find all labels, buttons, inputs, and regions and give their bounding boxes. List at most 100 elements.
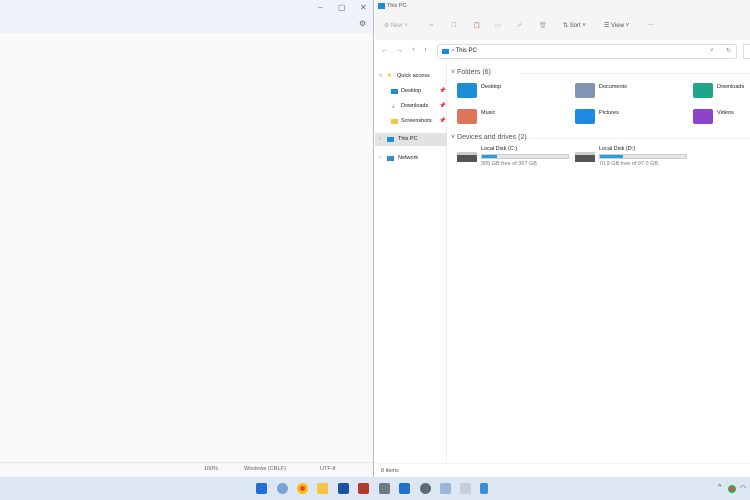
wifi-icon[interactable]: ◠ — [740, 484, 746, 492]
folders-header[interactable]: ˅ Folders (6) — [451, 69, 491, 76]
delete-icon[interactable]: 🗑 — [539, 22, 547, 29]
folder-icon — [457, 109, 477, 124]
view-button[interactable]: ☰ View ˅ — [604, 22, 629, 29]
folder-icon — [457, 83, 477, 98]
maximize-button[interactable]: ▢ — [338, 3, 346, 12]
folder-name: Pictures — [599, 110, 619, 116]
settings-gear-icon[interactable]: ⚙ — [359, 19, 366, 28]
folder-item[interactable]: Pictures — [575, 109, 685, 129]
toolbar — [375, 0, 750, 40]
folder-item[interactable]: Documents — [575, 83, 685, 103]
file-explorer-window: This PC ⊕ New ˅ ✂ ❐ 📋 ▭ ⇗ 🗑 ⇅ Sort ˅ ☰ V… — [375, 0, 750, 477]
folder-name: Music — [481, 110, 496, 116]
navigation-pane: ˅ ★ Quick access Desktop 📌 ⤓ Downloads 📌 Scre… — [375, 62, 447, 463]
file-explorer-icon[interactable] — [317, 483, 328, 494]
folder-item[interactable]: Music — [457, 109, 567, 129]
up-button[interactable]: ↑ — [424, 47, 428, 54]
view-label: View — [611, 23, 624, 29]
settings-icon[interactable] — [420, 483, 431, 494]
chrome-icon[interactable] — [297, 483, 308, 494]
nav-label: Downloads — [401, 103, 429, 109]
nav-downloads[interactable]: ⤓ Downloads 📌 — [375, 100, 447, 113]
folder-name: Documents — [599, 84, 627, 90]
folder-icon — [693, 83, 713, 98]
window-title: This PC — [387, 3, 407, 9]
drive-item[interactable]: Local Disk (D:) 70.9 GB free of 97.0 GB — [575, 146, 690, 168]
close-button[interactable]: ✕ — [360, 3, 367, 12]
status-divider — [0, 462, 373, 463]
this-pc-icon — [442, 49, 449, 54]
start-button-windows-icon[interactable] — [256, 483, 267, 494]
minimize-button[interactable]: – — [318, 3, 322, 12]
copy-icon[interactable]: ❐ — [451, 22, 456, 29]
more-options-button[interactable]: ··· — [648, 22, 654, 28]
address-bar[interactable]: › This PC ˅ ↻ — [437, 44, 737, 59]
store-icon[interactable] — [338, 483, 349, 494]
divider — [520, 73, 750, 74]
cut-icon[interactable]: ✂ — [429, 22, 434, 29]
folder-item[interactable]: Downloads — [693, 83, 750, 103]
tray-app-icon[interactable] — [728, 485, 736, 493]
folders-header-label: Folders (6) — [457, 69, 491, 76]
folder-icon — [575, 109, 595, 124]
drive-item[interactable]: Local Disk (C:) 305 GB free of 367 GB — [457, 146, 572, 168]
nav-screenshots[interactable]: Screenshots 📌 — [375, 115, 447, 128]
cortana-icon[interactable] — [277, 483, 288, 494]
notepad-window: – ▢ ✕ ⚙ 100% Windows (CRLF) UTF-8 — [0, 0, 374, 477]
drive-name: Local Disk (D:) — [599, 146, 636, 152]
drive-icon — [457, 152, 477, 162]
folder-name: Videos — [717, 110, 734, 116]
new-button[interactable]: ⊕ New ˅ — [384, 22, 408, 29]
address-dropdown[interactable]: ˅ — [710, 48, 714, 54]
drive-usage-bar — [599, 154, 687, 159]
folder-item[interactable]: Desktop — [457, 83, 567, 103]
notepad-icon[interactable] — [480, 483, 488, 494]
folder-item[interactable]: Videos — [693, 109, 750, 129]
breadcrumb: › This PC — [452, 48, 477, 54]
drive-icon — [575, 152, 595, 162]
drives-header-label: Devices and drives (2) — [457, 134, 527, 141]
app-icon[interactable] — [399, 483, 410, 494]
new-label: New — [390, 23, 403, 29]
drive-free-space: 305 GB free of 367 GB — [481, 161, 537, 167]
nav-desktop[interactable]: Desktop 📌 — [375, 85, 447, 98]
nav-this-pc[interactable]: › This PC — [375, 133, 447, 146]
breadcrumb-this-pc[interactable]: This PC — [456, 48, 477, 54]
recent-dropdown[interactable]: ˅ — [412, 47, 415, 53]
nav-label: Desktop — [401, 88, 422, 94]
nav-label: Screenshots — [401, 118, 432, 124]
this-pc-icon — [378, 3, 385, 9]
taskbar — [0, 477, 750, 500]
folder-name: Downloads — [717, 84, 745, 90]
search-input[interactable] — [743, 44, 750, 59]
status-bar: 8 items — [375, 463, 750, 477]
drive-usage-bar — [481, 154, 569, 159]
item-count: 8 items — [381, 468, 399, 474]
drive-free-space: 70.9 GB free of 97.0 GB — [599, 161, 659, 167]
sort-button[interactable]: ⇅ Sort ˅ — [563, 22, 586, 29]
drive-name: Local Disk (C:) — [481, 146, 518, 152]
zoom-level: 100% — [204, 466, 219, 472]
app-icon[interactable] — [379, 483, 390, 494]
share-icon[interactable]: ⇗ — [517, 22, 522, 29]
folder-icon — [693, 109, 713, 124]
back-button[interactable]: ← — [381, 47, 388, 54]
forward-button[interactable]: → — [396, 47, 403, 54]
drives-header[interactable]: ˅ Devices and drives (2) — [451, 134, 527, 141]
tray-chevron-icon[interactable]: ^ — [718, 484, 721, 491]
encoding: UTF-8 — [320, 466, 336, 472]
nav-label: This PC — [398, 136, 418, 142]
photos-icon[interactable] — [440, 483, 451, 494]
nav-network[interactable]: › Network — [375, 152, 447, 165]
paste-icon[interactable]: 📋 — [473, 22, 480, 29]
rename-icon[interactable]: ▭ — [495, 22, 501, 29]
nav-quick-access[interactable]: ˅ ★ Quick access — [375, 70, 447, 83]
sort-label: Sort — [569, 23, 581, 29]
app-icon[interactable] — [460, 483, 471, 494]
nav-label: Network — [398, 155, 419, 161]
app-icon[interactable] — [358, 483, 369, 494]
refresh-button[interactable]: ↻ — [726, 47, 731, 54]
line-ending: Windows (CRLF) — [244, 466, 286, 472]
nav-label: Quick access — [397, 73, 430, 79]
divider — [530, 138, 750, 139]
